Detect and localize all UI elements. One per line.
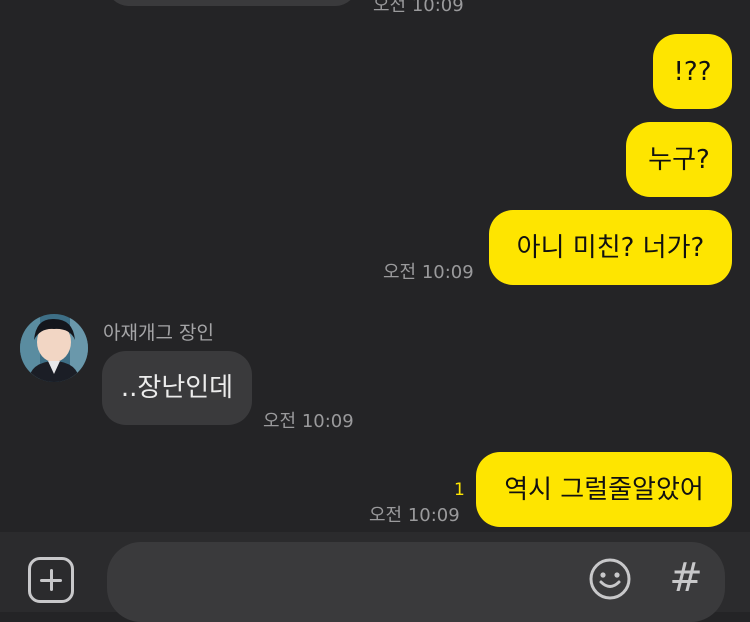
message-timestamp: 오전 10:09 xyxy=(263,411,354,432)
my-message-bubble[interactable]: 역시 그럴줄알았어 xyxy=(476,452,732,527)
unread-count: 1 xyxy=(454,480,465,500)
my-message-bubble[interactable]: !?? xyxy=(653,34,732,109)
sender-avatar[interactable] xyxy=(20,314,88,382)
message-input[interactable] xyxy=(107,542,725,622)
their-message-bubble[interactable]: ..장난인데 xyxy=(102,351,252,425)
my-message-bubble[interactable]: 아니 미친? 너가? xyxy=(489,210,732,285)
smiley-icon[interactable] xyxy=(588,557,632,601)
hashtag-search-button[interactable]: # xyxy=(666,554,706,602)
my-message-bubble[interactable]: 누구? xyxy=(626,122,732,197)
message-timestamp: 오전 10:09 xyxy=(373,0,464,16)
chat-message-list[interactable]: 오전 10:09 !?? 누구? 오전 10:09 아니 미친? 너가? 아재개… xyxy=(0,0,750,532)
plus-square-icon[interactable] xyxy=(28,557,74,603)
sender-name: 아재개그 장인 xyxy=(103,322,214,344)
message-timestamp: 오전 10:09 xyxy=(369,505,460,526)
message-timestamp: 오전 10:09 xyxy=(383,262,474,283)
avatar-photo xyxy=(20,314,88,382)
message-bubble-partial[interactable] xyxy=(106,0,358,6)
message-composer xyxy=(0,532,750,622)
